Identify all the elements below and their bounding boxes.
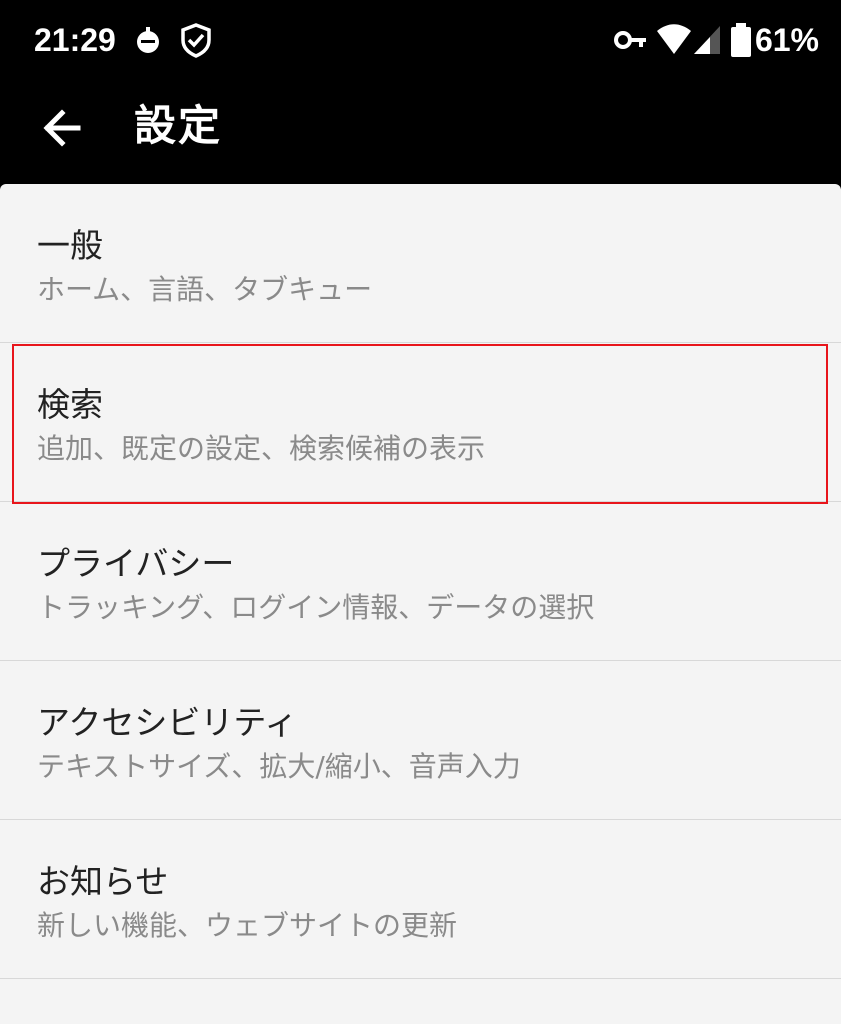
settings-item-title: お知らせ [37, 862, 169, 901]
settings-item-subtitle: 追加、既定の設定、検索候補の表示 [37, 432, 486, 465]
settings-item-subtitle: ホーム、言語、タブキュー [37, 273, 373, 306]
settings-item-privacy[interactable]: プライバシー トラッキング、ログイン情報、データの選択 [0, 502, 841, 661]
settings-screen: 21:29 61% 設定 一般 ホーム、言語、タブキュー 検索 追加、既定の設定… [0, 0, 841, 1024]
settings-item-title: 一般 [37, 226, 103, 265]
settings-item-notifications[interactable]: お知らせ 新しい機能、ウェブサイトの更新 [0, 820, 841, 979]
app-bar: 設定 [0, 80, 841, 184]
arrow-back-icon [43, 109, 81, 147]
cellular-signal-icon [690, 22, 726, 58]
settings-item-subtitle: テキストサイズ、拡大/縮小、音声入力 [37, 750, 521, 783]
battery-icon [728, 22, 754, 58]
settings-item-title: プライバシー [37, 544, 235, 583]
wifi-icon [656, 22, 692, 58]
settings-item-accessibility[interactable]: アクセシビリティ テキストサイズ、拡大/縮小、音声入力 [0, 661, 841, 820]
notification-app-icon [130, 22, 166, 58]
settings-item-title: 検索 [37, 385, 103, 424]
settings-item-search[interactable]: 検索 追加、既定の設定、検索候補の表示 [0, 343, 841, 502]
vpn-key-icon [612, 22, 648, 58]
page-title: 設定 [134, 101, 223, 150]
settings-list: 一般 ホーム、言語、タブキュー 検索 追加、既定の設定、検索候補の表示 プライバ… [0, 184, 841, 1024]
shield-check-icon [178, 22, 214, 58]
settings-item-subtitle: トラッキング、ログイン情報、データの選択 [37, 591, 595, 624]
status-time: 21:29 [34, 22, 116, 58]
status-bar: 21:29 61% [0, 0, 841, 80]
settings-item-subtitle: 新しい機能、ウェブサイトの更新 [37, 909, 458, 942]
settings-item-general[interactable]: 一般 ホーム、言語、タブキュー [0, 184, 841, 343]
settings-item-title: アクセシビリティ [37, 703, 298, 742]
battery-percent: 61% [754, 22, 819, 58]
back-button[interactable] [30, 96, 94, 160]
